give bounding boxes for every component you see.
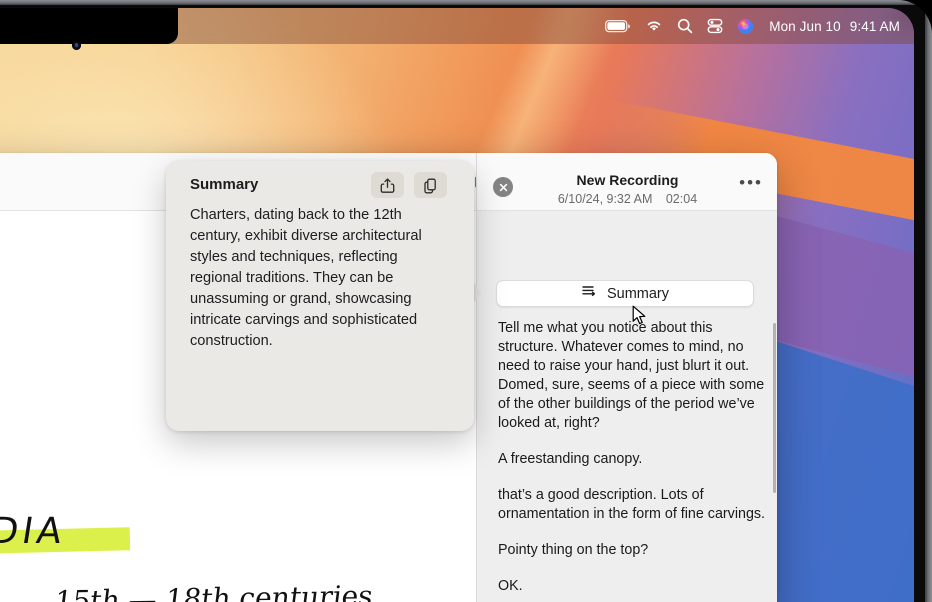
display-notch — [0, 8, 178, 44]
menu-bar-time: 9:41 AM — [849, 18, 900, 34]
siri-icon[interactable] — [730, 8, 761, 44]
summary-lines-icon — [581, 284, 598, 303]
summary-button[interactable]: Summary — [496, 280, 754, 307]
transcript-text[interactable]: Tell me what you notice about this struc… — [498, 319, 766, 602]
note-headline: ITECTURE IN INDIA — [0, 511, 69, 552]
recording-date: 6/10/24, 9:32 AM — [557, 192, 653, 206]
recording-panel-body: Summary Tell me what you notice about th… — [477, 211, 777, 602]
wifi-icon[interactable] — [638, 8, 670, 44]
transcript-paragraph: Tell me what you notice about this struc… — [498, 320, 765, 431]
mouse-cursor — [632, 305, 648, 332]
panel-scrollbar[interactable] — [772, 323, 776, 493]
bezel-right-edge — [925, 0, 932, 602]
transcript-paragraph: A freestanding canopy. — [498, 451, 643, 467]
recording-title: New Recording — [576, 172, 679, 188]
note-subline: 15th — 18th centuries — [52, 579, 375, 602]
menu-bar-clock[interactable]: Mon Jun 10 9:41 AM — [761, 19, 900, 34]
more-options-icon[interactable]: ••• — [739, 174, 763, 191]
share-icon[interactable] — [371, 172, 404, 198]
summary-popover: Summary Charters, dating back to the 12t… — [166, 161, 474, 431]
bezel-top-edge — [0, 0, 932, 5]
transcript-paragraph: OK. — [498, 578, 523, 594]
camera-icon — [72, 41, 81, 50]
menu-bar-date: Mon Jun 10 — [769, 18, 841, 34]
recording-panel: New Recording 6/10/24, 9:32 AM 02:04 ••• — [476, 153, 777, 602]
recording-meta: 6/10/24, 9:32 AM 02:04 — [477, 192, 777, 206]
summary-button-label: Summary — [606, 285, 670, 302]
popover-summary-text: Charters, dating back to the 12th centur… — [190, 207, 422, 349]
transcript-paragraph: that’s a good description. Lots of ornam… — [498, 487, 766, 522]
copy-icon[interactable] — [414, 172, 447, 198]
screen: Mon Jun 10 9:41 AM INDIA 15th — 18th cen… — [0, 8, 914, 602]
laptop-bezel: Mon Jun 10 9:41 AM INDIA 15th — 18th cen… — [0, 0, 932, 602]
popover-title: Summary — [190, 176, 259, 193]
battery-icon[interactable] — [598, 8, 638, 44]
control-center-icon[interactable] — [700, 8, 730, 44]
recording-duration: 02:04 — [665, 192, 698, 206]
spotlight-search-icon[interactable] — [670, 8, 700, 44]
transcript-paragraph: Pointy thing on the top? — [498, 542, 649, 558]
